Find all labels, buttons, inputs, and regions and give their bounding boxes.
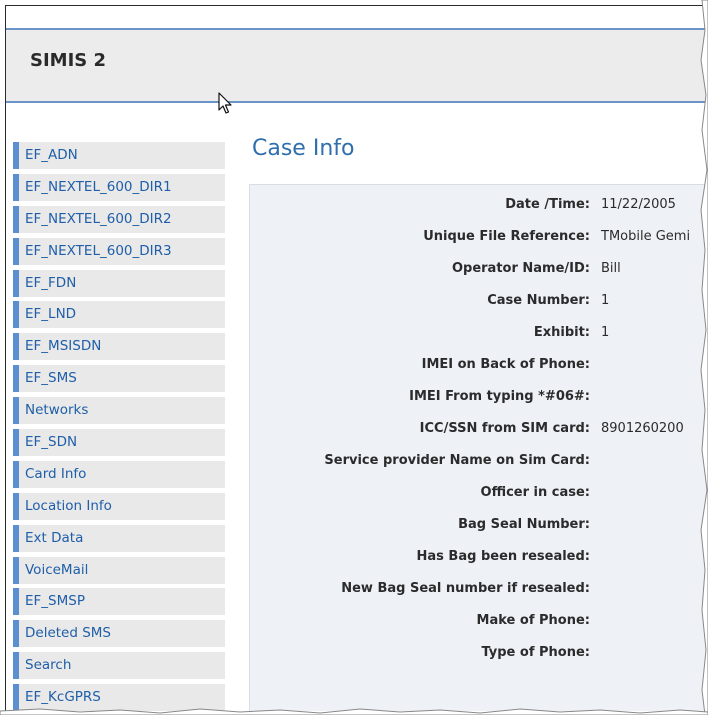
field-value: 8901260200 (601, 421, 684, 436)
sidebar-item-ef-smsp[interactable]: EF_SMSP (13, 588, 225, 616)
sidebar-item-ef-lnd[interactable]: EF_LND (13, 301, 225, 329)
field-label: Service provider Name on Sim Card: (324, 453, 590, 468)
field-value: TMobile Gemi (601, 229, 691, 244)
sidebar-item-ef-sms[interactable]: EF_SMS (13, 365, 225, 393)
sidebar-item-ef-nextel-600-dir3[interactable]: EF_NEXTEL_600_DIR3 (13, 237, 225, 265)
field-label: Case Number: (487, 293, 590, 308)
info-row: Bag Seal Number: (250, 515, 707, 535)
field-value: 1 (601, 325, 610, 340)
sidebar-item-ef-nextel-600-dir1[interactable]: EF_NEXTEL_600_DIR1 (13, 173, 225, 201)
sidebar-item-ef-sdn[interactable]: EF_SDN (13, 429, 225, 457)
app-header: SIMIS 2 (6, 28, 707, 103)
info-row: IMEI From typing *#06#: (250, 387, 707, 407)
sidebar-item-card-info[interactable]: Card Info (13, 460, 225, 488)
field-value: Bill (601, 261, 621, 276)
field-label: Exhibit: (533, 325, 590, 340)
sidebar-item-ef-adn[interactable]: EF_ADN (13, 142, 225, 169)
sidebar-item-location-info[interactable]: Location Info (13, 492, 225, 520)
info-row: Date /Time: 11/22/2005 (250, 195, 707, 215)
field-label: IMEI From typing *#06#: (409, 389, 590, 404)
info-row: Make of Phone: (250, 611, 707, 631)
info-row: IMEI on Back of Phone: (250, 355, 707, 375)
sidebar-item-ef-nextel-600-dir2[interactable]: EF_NEXTEL_600_DIR2 (13, 205, 225, 233)
field-label: IMEI on Back of Phone: (421, 357, 590, 372)
field-label: ICC/SSN from SIM card: (419, 421, 590, 436)
field-label: Date /Time: (505, 197, 590, 212)
field-value: 1 (601, 293, 610, 308)
sidebar-item-ext-data[interactable]: Ext Data (13, 524, 225, 552)
sidebar-item-networks[interactable]: Networks (13, 397, 225, 425)
field-label: New Bag Seal number if resealed: (341, 581, 590, 596)
field-label: Type of Phone: (481, 645, 590, 660)
mouse-cursor-icon (218, 92, 232, 114)
field-label: Operator Name/ID: (451, 261, 590, 276)
field-label: Make of Phone: (476, 613, 590, 628)
case-info-panel: Date /Time: 11/22/2005 Unique File Refer… (249, 184, 707, 711)
sidebar-item-search[interactable]: Search (13, 652, 225, 680)
info-row: Service provider Name on Sim Card: (250, 451, 707, 471)
info-row: ICC/SSN from SIM card: 8901260200 (250, 419, 707, 439)
sidebar-item-voicemail[interactable]: VoiceMail (13, 556, 225, 584)
sidebar-item-ef-msisdn[interactable]: EF_MSISDN (13, 333, 225, 361)
sidebar-nav: EF_ADN EF_NEXTEL_600_DIR1 EF_NEXTEL_600_… (13, 142, 225, 716)
field-label: Officer in case: (480, 485, 590, 500)
sidebar-item-deleted-sms[interactable]: Deleted SMS (13, 620, 225, 648)
field-label: Has Bag been resealed: (416, 549, 590, 564)
field-label: Bag Seal Number: (458, 517, 590, 532)
info-row: New Bag Seal number if resealed: (250, 579, 707, 599)
torn-bottom-decoration (0, 708, 708, 715)
app-title: SIMIS 2 (30, 50, 107, 71)
info-row: Unique File Reference: TMobile Gemi (250, 227, 707, 247)
info-row: Type of Phone: (250, 643, 707, 663)
page-title: Case Info (252, 136, 355, 161)
info-row: Case Number: 1 (250, 291, 707, 311)
info-row: Has Bag been resealed: (250, 547, 707, 567)
field-value: 11/22/2005 (601, 197, 676, 212)
info-row: Officer in case: (250, 483, 707, 503)
info-row: Exhibit: 1 (250, 323, 707, 343)
field-label: Unique File Reference: (423, 229, 590, 244)
torn-edge-decoration (700, 0, 708, 715)
sidebar-item-ef-fdn[interactable]: EF_FDN (13, 269, 225, 297)
info-row: Operator Name/ID: Bill (250, 259, 707, 279)
